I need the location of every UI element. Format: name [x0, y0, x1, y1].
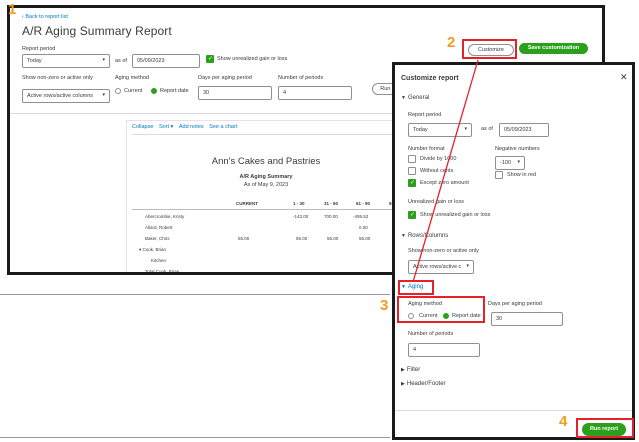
step-badge-3: 3: [380, 297, 389, 314]
connector-arrow: [412, 59, 479, 283]
connector-line: [412, 59, 479, 283]
step-badge-4: 4: [559, 413, 568, 430]
step-badge-1: 1: [8, 1, 17, 18]
step-badge-2: 2: [447, 34, 456, 51]
